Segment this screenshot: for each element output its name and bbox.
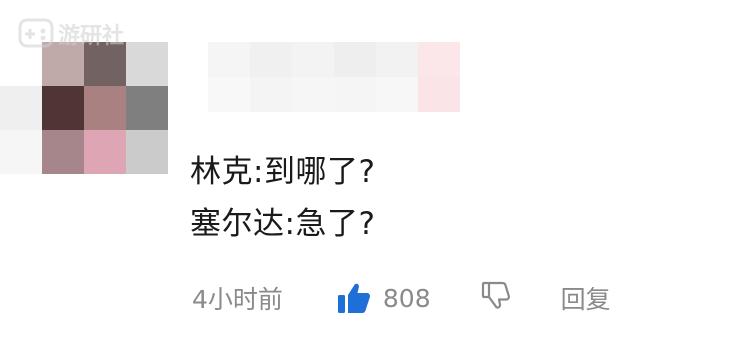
username-blurred [168, 42, 468, 112]
comment-line-2: 塞尔达:急了? [190, 206, 376, 242]
avatar[interactable] [0, 42, 168, 174]
thumbs-up-icon[interactable] [337, 282, 371, 314]
like-count: 808 [382, 283, 431, 313]
watermark-text: 游研社 [58, 24, 125, 49]
dislike-button[interactable] [481, 280, 511, 316]
timestamp: 4小时前 [192, 285, 283, 314]
watermark: 游研社 [18, 16, 124, 52]
like-button[interactable]: 808 [337, 282, 431, 314]
reply-button[interactable]: 回复 [561, 280, 611, 316]
comment-actions: 4小时前 808 回复 [192, 276, 611, 320]
comment-body: 林克:到哪了? 塞尔达:急了? [190, 146, 710, 250]
thumbs-down-icon[interactable] [481, 280, 511, 316]
gamepad-logo-icon [18, 17, 56, 51]
comment-line-1: 林克:到哪了? [190, 154, 376, 190]
